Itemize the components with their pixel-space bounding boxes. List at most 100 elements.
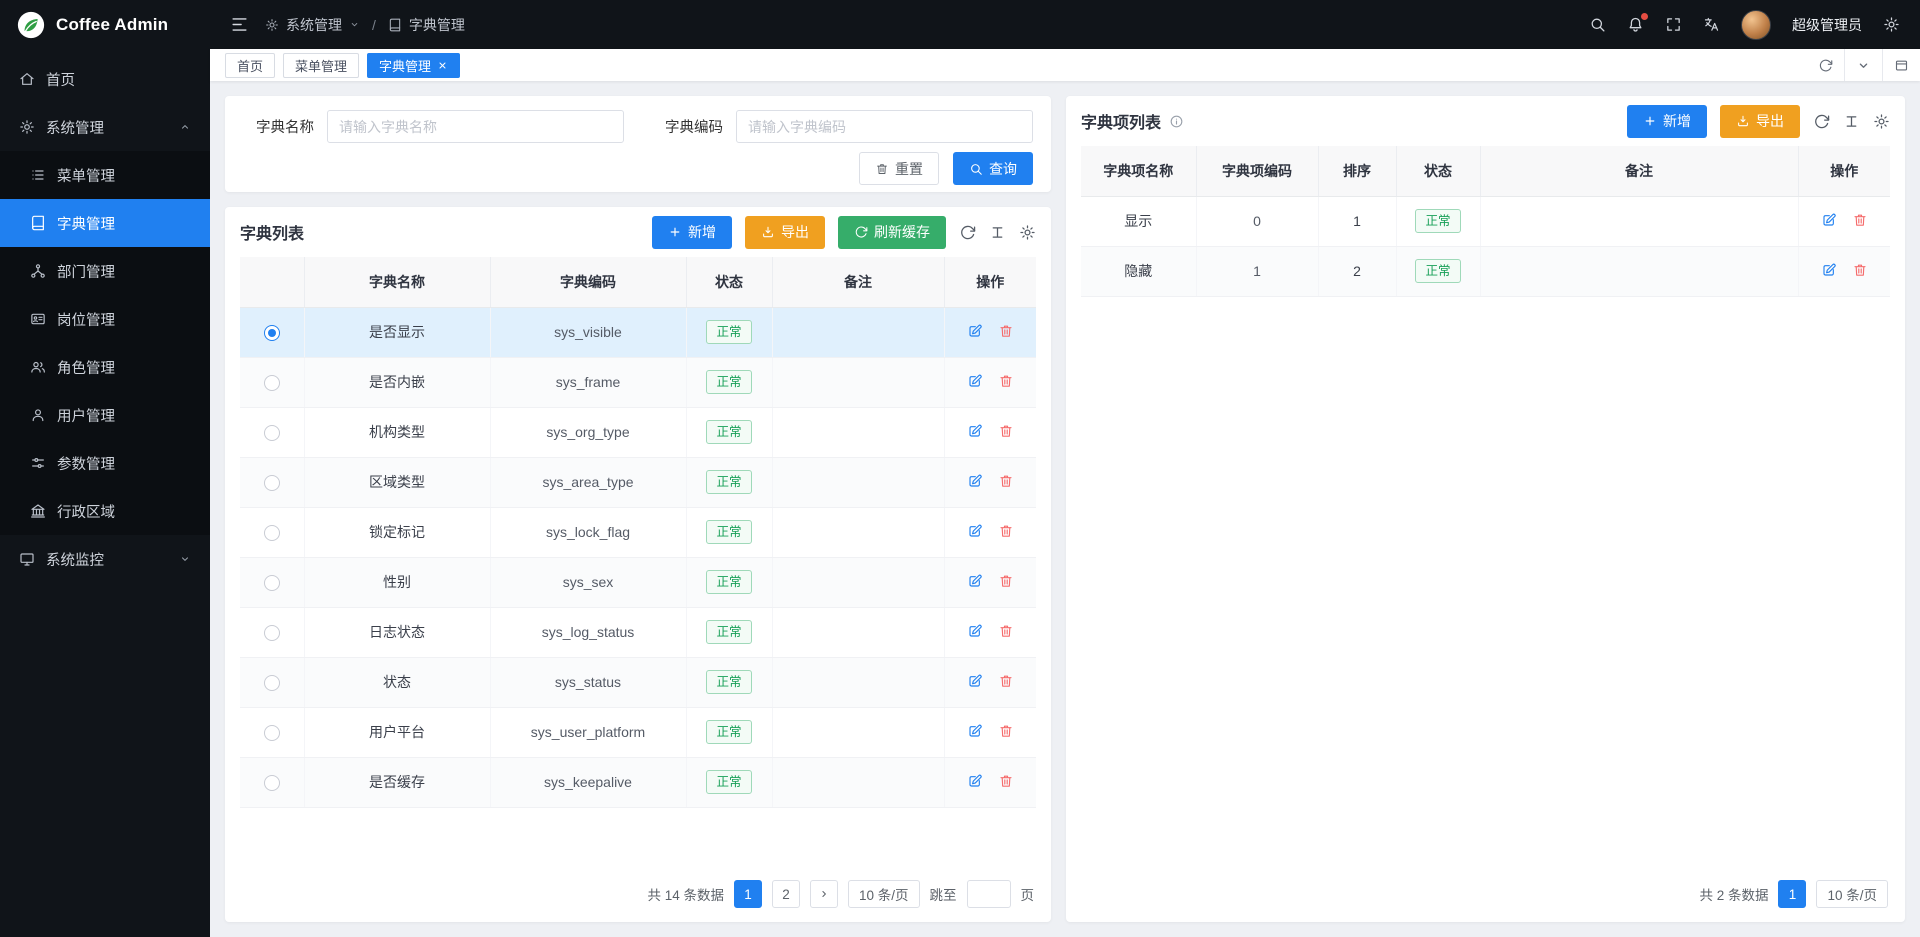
sidebar-item-user-mgmt[interactable]: 用户管理 <box>0 391 210 439</box>
edit-icon[interactable] <box>1821 212 1837 228</box>
tab-dict-mgmt[interactable]: 字典管理 <box>367 53 460 78</box>
table-settings-icon[interactable] <box>1873 113 1890 130</box>
sidebar-group-system[interactable]: 系统管理 <box>0 103 210 151</box>
delete-icon[interactable] <box>998 773 1014 789</box>
delete-icon[interactable] <box>998 423 1014 439</box>
row-select-radio[interactable] <box>264 625 280 641</box>
export-button[interactable]: 导出 <box>745 216 825 249</box>
dict-item-table-row[interactable]: 显示01正常 <box>1081 196 1890 246</box>
query-button[interactable]: 查询 <box>953 152 1033 185</box>
delete-icon[interactable] <box>998 573 1014 589</box>
username[interactable]: 超级管理员 <box>1792 15 1862 35</box>
delete-icon[interactable] <box>998 723 1014 739</box>
fullscreen-icon[interactable] <box>1665 16 1682 33</box>
row-select-radio[interactable] <box>264 575 280 591</box>
column-header: 操作 <box>944 257 1036 307</box>
delete-icon[interactable] <box>998 373 1014 389</box>
add-button[interactable]: 新增 <box>652 216 732 249</box>
page-size-select[interactable]: 10 条/页 <box>1816 880 1888 908</box>
refresh-cache-button[interactable]: 刷新缓存 <box>838 216 946 249</box>
translate-icon[interactable] <box>1703 16 1720 33</box>
table-settings-icon[interactable] <box>1019 224 1036 241</box>
dict-table-row[interactable]: 日志状态sys_log_status正常 <box>240 607 1036 657</box>
edit-icon[interactable] <box>1821 262 1837 278</box>
page-size-select[interactable]: 10 条/页 <box>848 880 920 908</box>
notifications-button[interactable] <box>1627 16 1644 33</box>
refresh-page-button[interactable] <box>1806 49 1844 81</box>
sidebar-item-menu-mgmt[interactable]: 菜单管理 <box>0 151 210 199</box>
column-settings-icon[interactable] <box>1843 113 1860 130</box>
dict-item-table-row[interactable]: 隐藏12正常 <box>1081 246 1890 296</box>
edit-icon[interactable] <box>967 523 983 539</box>
add-item-button[interactable]: 新增 <box>1627 105 1707 138</box>
dict-table-row[interactable]: 是否内嵌sys_frame正常 <box>240 357 1036 407</box>
delete-icon[interactable] <box>998 623 1014 639</box>
row-select-radio[interactable] <box>264 675 280 691</box>
sidebar-item-region[interactable]: 行政区域 <box>0 487 210 535</box>
layout-button[interactable] <box>1882 49 1920 81</box>
info-icon[interactable] <box>1169 114 1184 129</box>
avatar[interactable] <box>1741 10 1771 40</box>
reset-button[interactable]: 重置 <box>859 152 939 185</box>
row-select-radio[interactable] <box>264 375 280 391</box>
edit-icon[interactable] <box>967 573 983 589</box>
sidebar-item-post-mgmt[interactable]: 岗位管理 <box>0 295 210 343</box>
dict-name-input[interactable] <box>327 110 624 143</box>
next-page-button[interactable] <box>810 880 838 908</box>
dict-table-body: 是否显示sys_visible正常是否内嵌sys_frame正常机构类型sys_… <box>240 307 1036 807</box>
delete-icon[interactable] <box>1852 262 1868 278</box>
row-select-radio[interactable] <box>264 525 280 541</box>
column-settings-icon[interactable] <box>989 224 1006 241</box>
search-icon[interactable] <box>1589 16 1606 33</box>
edit-icon[interactable] <box>967 423 983 439</box>
edit-icon[interactable] <box>967 623 983 639</box>
dict-table-row[interactable]: 性别sys_sex正常 <box>240 557 1036 607</box>
row-select-radio[interactable] <box>264 425 280 441</box>
page-button-1[interactable]: 1 <box>1778 880 1806 908</box>
edit-icon[interactable] <box>967 673 983 689</box>
collapse-sidebar-icon[interactable] <box>230 15 249 34</box>
edit-icon[interactable] <box>967 323 983 339</box>
dict-table-row[interactable]: 用户平台sys_user_platform正常 <box>240 707 1036 757</box>
row-select-radio[interactable] <box>264 325 280 341</box>
row-select-radio[interactable] <box>264 475 280 491</box>
reload-table-icon[interactable] <box>1813 113 1830 130</box>
edit-icon[interactable] <box>967 723 983 739</box>
delete-icon[interactable] <box>998 673 1014 689</box>
dict-table-row[interactable]: 是否显示sys_visible正常 <box>240 307 1036 357</box>
tab-home[interactable]: 首页 <box>225 53 275 78</box>
delete-icon[interactable] <box>998 473 1014 489</box>
app-logo[interactable]: Coffee Admin <box>0 0 210 49</box>
edit-icon[interactable] <box>967 773 983 789</box>
dict-code-cell: sys_area_type <box>490 457 686 507</box>
reload-table-icon[interactable] <box>959 224 976 241</box>
settings-gear-icon[interactable] <box>1883 16 1900 33</box>
sidebar-item-dept-mgmt[interactable]: 部门管理 <box>0 247 210 295</box>
sidebar-item-dict-mgmt[interactable]: 字典管理 <box>0 199 210 247</box>
delete-icon[interactable] <box>998 523 1014 539</box>
breadcrumb-root[interactable]: 系统管理 <box>286 15 342 35</box>
page-button-2[interactable]: 2 <box>772 880 800 908</box>
tab-close-icon[interactable] <box>437 60 448 71</box>
edit-icon[interactable] <box>967 473 983 489</box>
sidebar-group-monitor[interactable]: 系统监控 <box>0 535 210 583</box>
dict-table-row[interactable]: 锁定标记sys_lock_flag正常 <box>240 507 1036 557</box>
row-select-radio[interactable] <box>264 775 280 791</box>
delete-icon[interactable] <box>998 323 1014 339</box>
dict-table-row[interactable]: 是否缓存sys_keepalive正常 <box>240 757 1036 807</box>
tab-options-button[interactable] <box>1844 49 1882 81</box>
sidebar-item-role-mgmt[interactable]: 角色管理 <box>0 343 210 391</box>
sidebar-item-home[interactable]: 首页 <box>0 55 210 103</box>
export-items-button[interactable]: 导出 <box>1720 105 1800 138</box>
tab-menu-mgmt[interactable]: 菜单管理 <box>283 53 359 78</box>
jump-page-input[interactable] <box>967 880 1011 908</box>
dict-code-input[interactable] <box>736 110 1033 143</box>
sidebar-item-param-mgmt[interactable]: 参数管理 <box>0 439 210 487</box>
delete-icon[interactable] <box>1852 212 1868 228</box>
edit-icon[interactable] <box>967 373 983 389</box>
dict-table-row[interactable]: 区域类型sys_area_type正常 <box>240 457 1036 507</box>
page-button-1[interactable]: 1 <box>734 880 762 908</box>
dict-table-row[interactable]: 状态sys_status正常 <box>240 657 1036 707</box>
dict-table-row[interactable]: 机构类型sys_org_type正常 <box>240 407 1036 457</box>
row-select-radio[interactable] <box>264 725 280 741</box>
